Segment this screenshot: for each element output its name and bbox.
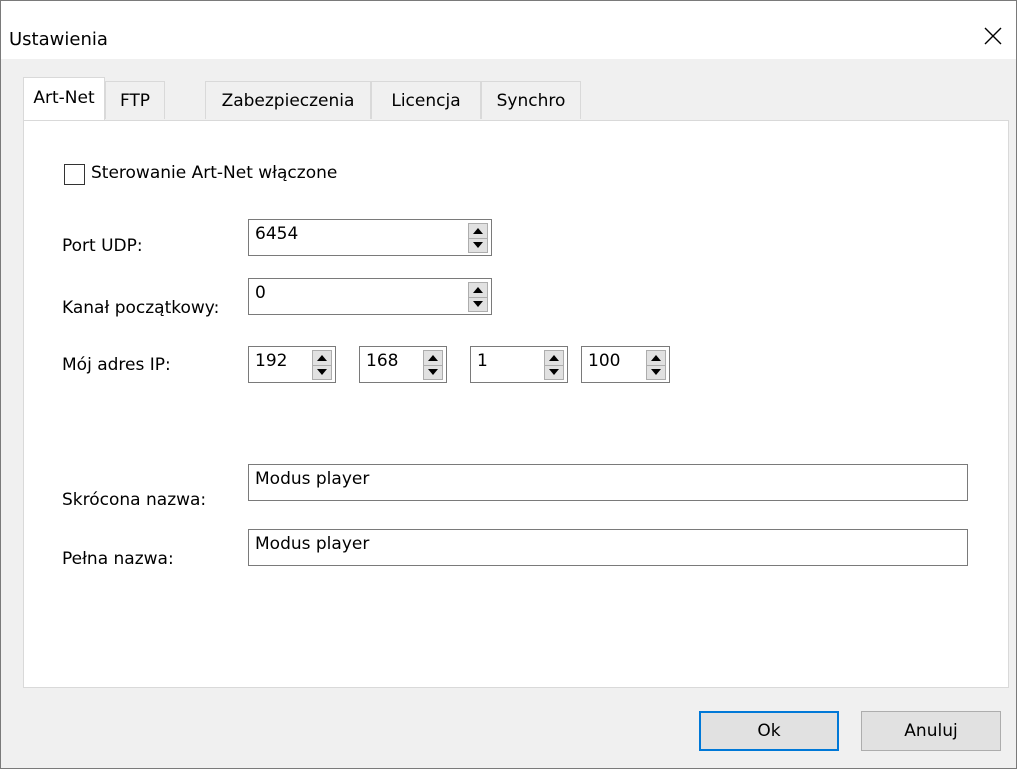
udp-port-spinbox[interactable]: 6454 <box>248 219 492 256</box>
tab-ftp[interactable]: FTP <box>105 81 165 119</box>
close-button[interactable] <box>970 13 1016 59</box>
ip-octet-3-spin[interactable] <box>544 350 564 380</box>
ip-octet-1[interactable]: 192 <box>248 346 336 383</box>
ip-octet-3-value: 1 <box>477 351 488 371</box>
arrow-down-icon[interactable] <box>647 365 665 379</box>
tab-license[interactable]: Licencja <box>371 81 481 119</box>
tab-synchro[interactable]: Synchro <box>481 81 581 119</box>
ip-octet-1-value: 192 <box>255 351 288 371</box>
full-name-value: Modus player <box>255 534 370 554</box>
artnet-enabled-label: Sterowanie Art-Net włączone <box>91 163 338 183</box>
start-channel-spin[interactable] <box>468 282 488 312</box>
start-channel-value: 0 <box>255 283 266 303</box>
arrow-down-icon[interactable] <box>469 297 487 311</box>
close-icon <box>984 27 1002 45</box>
window-title: Ustawienia <box>9 29 108 50</box>
arrow-up-icon[interactable] <box>469 224 487 239</box>
settings-dialog: Ustawienia Art-Net FTP Zabezpieczenia Li… <box>0 0 1017 769</box>
full-name-input[interactable]: Modus player <box>248 529 968 566</box>
ip-octet-4-spin[interactable] <box>646 350 666 380</box>
arrow-down-icon[interactable] <box>469 238 487 252</box>
title-bar: Ustawienia <box>1 1 1016 59</box>
ip-octet-2-value: 168 <box>366 351 399 371</box>
full-name-label: Pełna nazwa: <box>62 549 174 569</box>
ip-octet-2[interactable]: 168 <box>359 346 447 383</box>
start-channel-spinbox[interactable]: 0 <box>248 278 492 315</box>
arrow-up-icon[interactable] <box>647 351 665 366</box>
art-net-panel: Sterowanie Art-Net włączone Port UDP: 64… <box>23 120 1009 688</box>
arrow-up-icon[interactable] <box>313 351 331 366</box>
tab-art-net[interactable]: Art-Net <box>23 77 105 120</box>
ip-octet-4[interactable]: 100 <box>581 346 670 383</box>
arrow-up-icon[interactable] <box>545 351 563 366</box>
ip-address-label: Mój adres IP: <box>62 355 171 375</box>
artnet-enabled-checkbox[interactable] <box>64 164 85 185</box>
arrow-up-icon[interactable] <box>469 283 487 298</box>
arrow-up-icon[interactable] <box>424 351 442 366</box>
short-name-label: Skrócona nazwa: <box>62 490 207 510</box>
tab-security[interactable]: Zabezpieczenia <box>205 81 371 119</box>
udp-port-label: Port UDP: <box>62 236 143 256</box>
ip-octet-1-spin[interactable] <box>312 350 332 380</box>
short-name-input[interactable]: Modus player <box>248 464 968 501</box>
ok-button[interactable]: Ok <box>699 711 839 751</box>
cancel-button[interactable]: Anuluj <box>861 711 1001 751</box>
arrow-down-icon[interactable] <box>545 365 563 379</box>
udp-port-spin[interactable] <box>468 223 488 253</box>
ip-octet-3[interactable]: 1 <box>470 346 568 383</box>
start-channel-label: Kanał początkowy: <box>62 298 220 318</box>
udp-port-value: 6454 <box>255 224 299 244</box>
arrow-down-icon[interactable] <box>313 365 331 379</box>
short-name-value: Modus player <box>255 469 370 489</box>
ip-octet-2-spin[interactable] <box>423 350 443 380</box>
ip-octet-4-value: 100 <box>588 351 621 371</box>
arrow-down-icon[interactable] <box>424 365 442 379</box>
